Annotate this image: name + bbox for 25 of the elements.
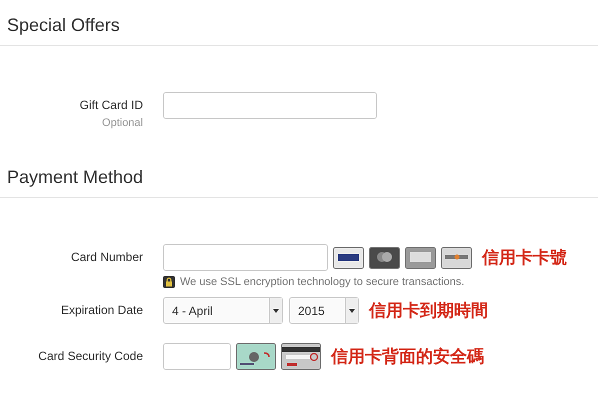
security-note: We use SSL encryption technology to secure transactions. [180,276,464,288]
card-back-icon [281,343,321,370]
month-select[interactable]: 4 - April [163,297,283,324]
security-code-field[interactable] [163,343,231,370]
field-label: Card Security Code [38,349,143,363]
annotation-text: 信用卡到期時間 [369,300,488,322]
section-heading: Payment Method [6,166,144,189]
field-label: Gift Card ID [80,98,143,112]
caret-icon [349,308,355,312]
annotation-text: 信用卡卡號 [482,247,567,269]
lock-icon [163,276,175,288]
card-logo-icon [333,246,364,268]
card-logo-icon [441,246,472,268]
card-logo-icon [369,246,400,268]
card-number-field[interactable] [163,244,328,271]
section-heading: Special Offers [6,14,121,37]
gift-card-field[interactable] [163,92,377,119]
card-logo-icon [405,246,436,268]
field-label: Card Number [70,250,143,264]
field-hint: Optional [102,117,143,129]
year-select[interactable]: 2015 [289,297,359,324]
card-front-icon [236,343,276,370]
caret-icon [273,308,279,312]
field-label: Expiration Date [60,303,143,317]
annotation-text: 信用卡背面的安全碼 [331,346,484,368]
